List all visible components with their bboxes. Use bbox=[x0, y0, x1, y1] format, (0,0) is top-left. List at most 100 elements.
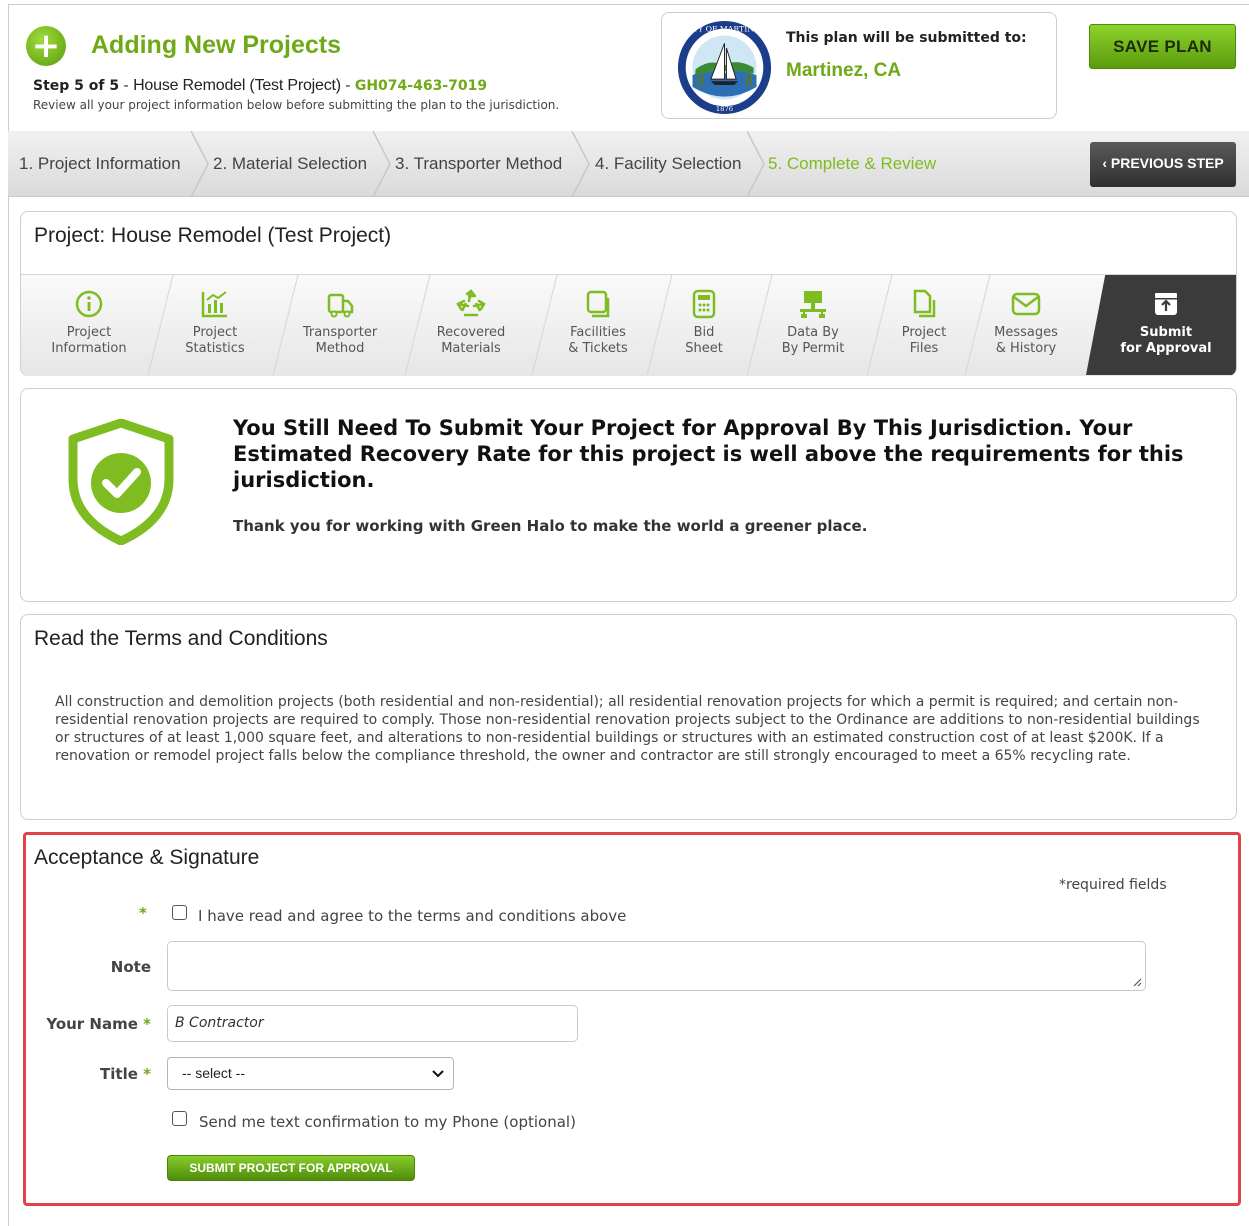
step-material-selection[interactable]: 2. Material Selection bbox=[213, 154, 367, 174]
files-icon bbox=[913, 289, 936, 318]
step-line: Step 5 of 5 - House Remodel (Test Projec… bbox=[33, 77, 487, 95]
tab-project-files[interactable]: Project Files bbox=[884, 275, 964, 375]
info-icon bbox=[75, 290, 103, 318]
tab-facilities-tickets[interactable]: Facilities & Tickets bbox=[548, 275, 648, 375]
acceptance-signature-form: Acceptance & Signature *required fields … bbox=[23, 832, 1241, 1206]
step-divider-icon bbox=[571, 131, 590, 197]
previous-step-button[interactable]: ‹ PREVIOUS STEP bbox=[1090, 142, 1236, 187]
tab-label-1: Submit bbox=[1139, 325, 1193, 340]
header: + Adding New Projects Step 5 of 5 - Hous… bbox=[0, 0, 1241, 127]
step-prefix: Step 5 of 5 bbox=[33, 78, 120, 94]
calculator-icon bbox=[692, 289, 716, 319]
tab-bid-sheet[interactable]: Bid Sheet bbox=[664, 275, 744, 375]
step-complete-review[interactable]: 5. Complete & Review bbox=[768, 154, 936, 174]
tab-transporter-method[interactable]: Transporter Method bbox=[290, 275, 390, 375]
tab-label-2: Statistics bbox=[185, 341, 245, 356]
step-divider-icon bbox=[190, 131, 209, 197]
step-bar: 1. Project Information 2. Material Selec… bbox=[8, 131, 1249, 197]
required-asterisk: * bbox=[139, 904, 147, 922]
your-name-text: Your Name bbox=[46, 1015, 138, 1033]
step-transporter-method[interactable]: 3. Transporter Method bbox=[395, 154, 562, 174]
project-panel: Project: House Remodel (Test Project) Pr… bbox=[20, 211, 1237, 376]
submission-target-box: CITY OF MARTINEZ 1876 This plan will be … bbox=[661, 12, 1057, 119]
tab-label-2: Method bbox=[315, 341, 365, 356]
agree-terms-label: I have read and agree to the terms and c… bbox=[198, 907, 627, 925]
seal-text-bottom: 1876 bbox=[716, 105, 733, 113]
chevron-down-icon bbox=[432, 1070, 444, 1078]
tab-submit-for-approval[interactable]: Submit for Approval bbox=[1086, 275, 1236, 375]
signature-title: Acceptance & Signature bbox=[34, 846, 260, 869]
your-name-input[interactable]: B Contractor bbox=[167, 1005, 578, 1042]
step-dash: - bbox=[119, 78, 134, 94]
terms-body: All construction and demolition projects… bbox=[55, 694, 1200, 764]
step-divider-icon bbox=[746, 131, 765, 197]
chart-icon bbox=[201, 291, 227, 318]
tab-label-2: Materials bbox=[441, 341, 501, 356]
tab-messages-history[interactable]: Messages & History bbox=[981, 275, 1071, 375]
tab-label-2: Sheet bbox=[685, 341, 723, 356]
project-tabs: Project Information Project Statistics T… bbox=[21, 274, 1236, 376]
title-text: Title bbox=[100, 1065, 138, 1083]
project-panel-title: Project: House Remodel (Test Project) bbox=[34, 224, 392, 247]
title-label: Title * bbox=[70, 1065, 151, 1083]
plus-circle-icon: + bbox=[26, 26, 66, 66]
page-title: Adding New Projects bbox=[91, 31, 342, 59]
tab-label-1: Project bbox=[192, 325, 238, 340]
tab-label-1: Project bbox=[66, 325, 112, 340]
envelope-icon bbox=[1011, 292, 1041, 316]
tab-label-2: By Permit bbox=[781, 341, 845, 356]
note-textarea[interactable] bbox=[167, 941, 1146, 991]
city-seal-icon: CITY OF MARTINEZ 1876 bbox=[677, 20, 772, 115]
tab-recovered-materials[interactable]: Recovered Materials bbox=[421, 275, 521, 375]
required-asterisk: * bbox=[143, 1065, 151, 1083]
upload-box-icon bbox=[1155, 293, 1177, 315]
tab-label-1: Data By bbox=[787, 325, 839, 340]
tab-label-1: Bid bbox=[693, 325, 715, 340]
header-project-name: House Remodel (Test Project) bbox=[133, 77, 341, 94]
title-select-value: -- select -- bbox=[182, 1065, 245, 1081]
agree-terms-checkbox[interactable] bbox=[172, 905, 187, 920]
submit-project-button[interactable]: SUBMIT PROJECT FOR APPROVAL bbox=[167, 1155, 415, 1181]
tab-label-1: Recovered bbox=[436, 325, 506, 340]
step-divider-icon bbox=[372, 131, 391, 197]
network-icon bbox=[800, 291, 826, 318]
required-fields-note: *required fields bbox=[1059, 877, 1167, 893]
tab-label-2: for Approval bbox=[1120, 341, 1212, 356]
status-message-panel: You Still Need To Submit Your Project fo… bbox=[20, 388, 1237, 602]
tab-label-2: & History bbox=[995, 341, 1057, 356]
truck-icon bbox=[327, 293, 354, 318]
tab-project-statistics[interactable]: Project Statistics bbox=[165, 275, 265, 375]
step-dash-2: - bbox=[340, 78, 355, 94]
step-project-information[interactable]: 1. Project Information bbox=[19, 154, 181, 174]
required-asterisk: * bbox=[143, 1015, 151, 1033]
jurisdiction-name: Martinez, CA bbox=[786, 60, 902, 81]
tab-project-information[interactable]: Project Information bbox=[29, 275, 149, 375]
sms-confirmation-checkbox[interactable] bbox=[172, 1111, 187, 1126]
shield-check-icon bbox=[68, 419, 174, 545]
title-select[interactable]: -- select -- bbox=[167, 1057, 454, 1090]
tab-label-2: Files bbox=[909, 341, 939, 356]
seal-text-top: CITY OF MARTINEZ bbox=[684, 25, 766, 34]
tab-label-1: Messages bbox=[994, 325, 1058, 340]
status-heading: You Still Need To Submit Your Project fo… bbox=[233, 416, 1184, 492]
tab-label-1: Transporter bbox=[302, 325, 378, 340]
resize-handle-icon[interactable] bbox=[1132, 977, 1142, 987]
terms-title: Read the Terms and Conditions bbox=[34, 627, 328, 650]
your-name-label: Your Name * bbox=[40, 1015, 151, 1033]
save-plan-button[interactable]: SAVE PLAN bbox=[1089, 24, 1236, 69]
terms-panel: Read the Terms and Conditions All constr… bbox=[20, 614, 1237, 820]
header-subtitle: Review all your project information belo… bbox=[33, 98, 560, 112]
note-label: Note bbox=[110, 958, 151, 976]
tab-label-1: Facilities bbox=[570, 325, 626, 340]
tab-label-2: Information bbox=[51, 341, 127, 356]
tab-label-2: & Tickets bbox=[568, 341, 628, 356]
sms-confirmation-label: Send me text confirmation to my Phone (o… bbox=[199, 1113, 576, 1131]
submitted-to-label: This plan will be submitted to: bbox=[786, 30, 1027, 46]
recycle-icon bbox=[456, 289, 486, 317]
tab-data-by-permit[interactable]: Data By By Permit bbox=[763, 275, 863, 375]
project-code: GH074-463-7019 bbox=[354, 78, 488, 94]
step-facility-selection[interactable]: 4. Facility Selection bbox=[595, 154, 741, 174]
facility-icon bbox=[586, 290, 610, 318]
status-thanks: Thank you for working with Green Halo to… bbox=[233, 517, 868, 535]
tab-label-1: Project bbox=[901, 325, 947, 340]
